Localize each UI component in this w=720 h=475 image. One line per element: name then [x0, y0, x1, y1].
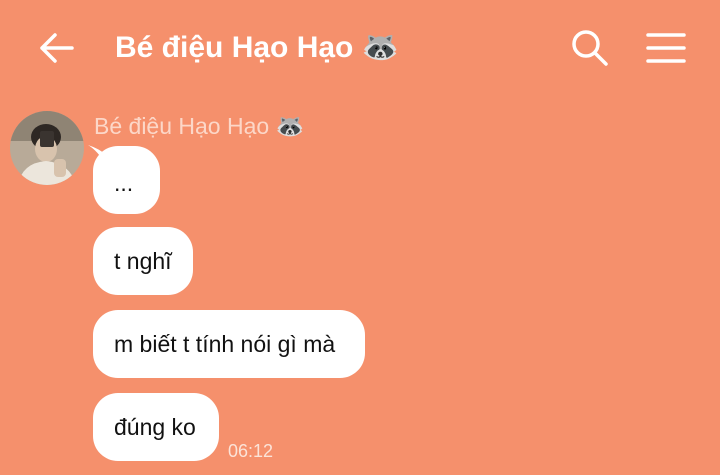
message-bubble[interactable]: t nghĩ [93, 227, 193, 295]
arrow-left-icon [40, 33, 74, 63]
chat-header: Bé điệu Hạo Hạo 🦝 [0, 0, 720, 94]
message-bubble[interactable]: m biết t tính nói gì mà [93, 310, 365, 378]
message-bubble[interactable]: ... [93, 146, 160, 214]
sender-avatar[interactable] [10, 111, 84, 185]
avatar-photo [10, 111, 84, 185]
search-icon [572, 30, 608, 66]
back-button[interactable] [34, 26, 78, 70]
sender-name: Bé điệu Hạo Hạo 🦝 [94, 113, 305, 139]
message-bubble[interactable]: đúng ko [93, 393, 219, 461]
search-button[interactable] [568, 26, 612, 70]
hamburger-menu-icon [646, 33, 686, 63]
menu-button[interactable] [643, 26, 689, 70]
message-timestamp: 06:12 [228, 441, 274, 461]
chat-title: Bé điệu Hạo Hạo 🦝 [115, 31, 400, 64]
